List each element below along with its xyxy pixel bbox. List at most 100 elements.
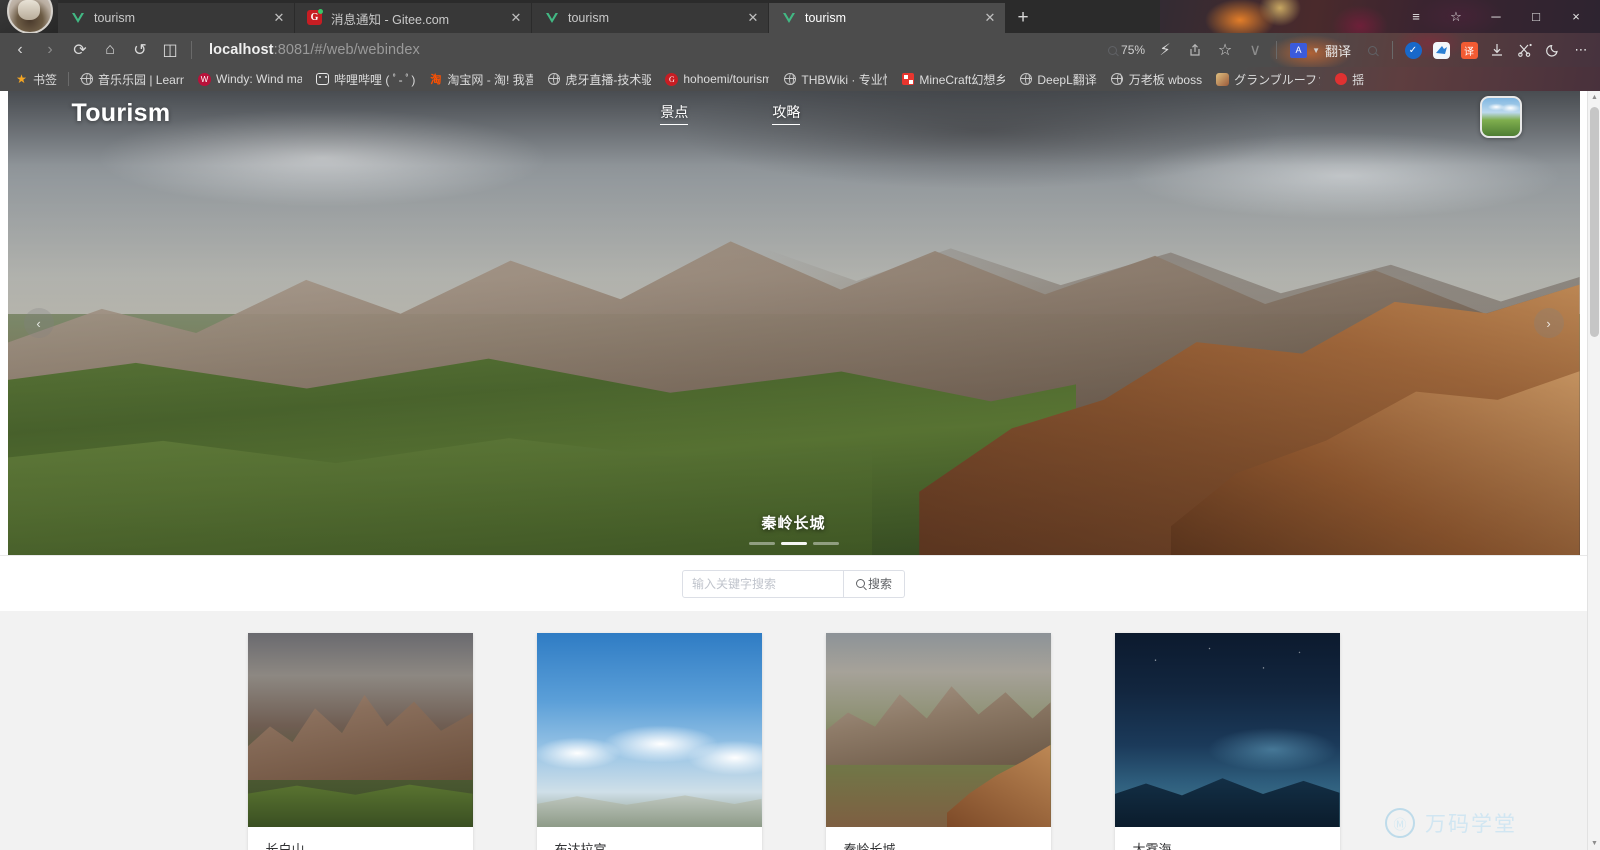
bookmark-label: THBWiki · 专业性	[801, 72, 888, 87]
browser-persona-avatar	[0, 0, 58, 33]
reload-icon[interactable]: ⟳	[66, 36, 94, 64]
tab-2[interactable]: tourism ✕	[532, 3, 769, 33]
site-logo[interactable]: Tourism	[72, 99, 171, 128]
zoom-indicator[interactable]: 75%	[1104, 43, 1149, 57]
carousel-dot-1[interactable]	[780, 542, 807, 545]
carousel-caption: 秦岭长城	[761, 515, 826, 532]
translate-label: 翻译	[1324, 43, 1351, 59]
download-icon[interactable]	[1484, 37, 1510, 63]
bookmark-wboss[interactable]: 万老板 wboss	[1104, 68, 1209, 90]
chevron-down-icon[interactable]: ∨	[1241, 36, 1269, 64]
hero-overlay-gradient	[7, 91, 1580, 555]
favorite-star-icon[interactable]: ☆	[1211, 36, 1239, 64]
red-dot-icon	[1334, 73, 1347, 86]
tab-0[interactable]: tourism ✕	[58, 3, 295, 33]
scrollbar-thumb[interactable]	[1590, 107, 1599, 337]
attraction-image	[536, 633, 762, 827]
search-icon	[855, 579, 865, 588]
bookmark-label: MineCraft幻想乡	[919, 72, 1006, 87]
scrollbar-down-arrow[interactable]: ▼	[1588, 837, 1600, 850]
dark-mode-moon-icon[interactable]	[1540, 37, 1566, 63]
vue-icon	[544, 10, 560, 26]
bookmark-label: Windy: Wind ma	[216, 72, 303, 86]
divider	[1276, 41, 1278, 59]
bookmark-label: 哔哩哔哩 ( ﾟ- ﾟ)	[334, 72, 416, 87]
nav-item-guides[interactable]: 攻略	[772, 102, 801, 125]
star-icon: ★	[16, 72, 27, 86]
bookmark-thbwiki[interactable]: THBWiki · 专业性	[776, 68, 894, 90]
lightning-icon[interactable]: ⚡	[1151, 36, 1179, 64]
translate-extension-icon[interactable]: 译	[1456, 37, 1482, 63]
more-options-icon[interactable]: ⋯	[1568, 37, 1594, 63]
hero-carousel[interactable]: Tourism 景点 攻略 ‹ › 秦岭长城	[7, 91, 1580, 555]
divider	[68, 72, 70, 86]
page-scrollbar[interactable]: ▲ ▼	[1587, 91, 1600, 850]
new-tab-button[interactable]: +	[1006, 3, 1040, 33]
bookmark-minecraft[interactable]: MineCraft幻想乡	[894, 68, 1012, 90]
carousel-dot-2[interactable]	[812, 542, 839, 545]
collections-icon[interactable]: ☆	[1436, 0, 1476, 33]
bookmark-deepl[interactable]: DeepL翻译	[1012, 68, 1103, 90]
tab-close-button[interactable]: ✕	[981, 9, 999, 27]
bookmark-last[interactable]: 揺	[1327, 68, 1371, 90]
bookmark-bilibili[interactable]: 哔哩哔哩 ( ﾟ- ﾟ)	[309, 68, 422, 90]
back-icon[interactable]: ‹	[6, 36, 34, 64]
tab-close-button[interactable]: ✕	[744, 9, 762, 27]
translate-button[interactable]: A ▼ 翻译	[1284, 41, 1357, 60]
bookmark-granblue[interactable]: グランブルーファ	[1209, 68, 1327, 90]
attraction-image	[1114, 633, 1340, 827]
search-input[interactable]	[681, 569, 844, 598]
minimize-button[interactable]: ─	[1476, 0, 1516, 33]
bird-extension-icon[interactable]	[1428, 37, 1454, 63]
bookmark-folder-shuqian[interactable]: ★ 书签	[8, 68, 64, 90]
nav-item-attractions[interactable]: 景点	[660, 102, 689, 125]
attraction-card[interactable]: 大雾海	[1114, 633, 1340, 850]
bookmark-label: 虎牙直播-技术驱	[565, 72, 652, 87]
search-icon[interactable]	[1359, 37, 1385, 63]
taobao-icon: 淘	[430, 74, 442, 86]
attractions-grid-section: 长白山 布达拉宫 秦岭长城 大雾海 Ⓜ 万码学堂	[0, 611, 1587, 850]
site-header: Tourism 景点 攻略	[8, 91, 1580, 138]
bookmarks-bar: ★ 书签 音乐乐园 | Learni W Windy: Wind ma 哔哩哔哩…	[0, 67, 1600, 91]
carousel-prev-button[interactable]: ‹	[23, 308, 54, 338]
tab-strip: tourism ✕ G 消息通知 - Gitee.com ✕ tourism ✕…	[0, 0, 1600, 33]
close-window-button[interactable]: ×	[1556, 0, 1596, 33]
bookmark-huya[interactable]: 虎牙直播-技术驱	[540, 68, 658, 90]
screenshot-scissors-icon[interactable]	[1512, 37, 1538, 63]
gitee-icon: G	[307, 10, 323, 26]
attraction-card[interactable]: 长白山	[247, 633, 473, 850]
carousel-next-button[interactable]: ›	[1533, 308, 1564, 338]
tourism-web-page: Tourism 景点 攻略 ‹ › 秦岭长城 输入关键字搜索 搜索 长白山 布达…	[0, 91, 1587, 850]
bookmark-windy[interactable]: W Windy: Wind ma	[191, 68, 309, 90]
persona-avatar-hair	[18, 0, 40, 20]
url-input[interactable]: localhost:8081/#/web/webindex	[199, 37, 1102, 63]
carousel-dot-0[interactable]	[748, 542, 775, 545]
hamburger-menu-icon[interactable]: ≡	[1396, 0, 1436, 33]
forward-icon[interactable]: ›	[36, 36, 64, 64]
tab-title: tourism	[805, 11, 846, 25]
scrollbar-up-arrow[interactable]: ▲	[1588, 91, 1600, 104]
bookmark-gitee-tourism[interactable]: G hohoemi/tourism	[658, 68, 776, 90]
share-icon[interactable]	[1181, 36, 1209, 64]
bookmark-music[interactable]: 音乐乐园 | Learni	[73, 68, 191, 90]
zoom-magnifier-icon	[1108, 45, 1118, 55]
tab-1[interactable]: G 消息通知 - Gitee.com ✕	[295, 3, 532, 33]
attraction-card[interactable]: 布达拉宫	[536, 633, 762, 850]
gbf-icon	[1216, 72, 1230, 86]
maximize-button[interactable]: □	[1516, 0, 1556, 33]
attraction-card[interactable]: 秦岭长城	[825, 633, 1051, 850]
attraction-title: 秦岭长城	[843, 842, 896, 850]
tab-close-button[interactable]: ✕	[507, 9, 525, 27]
tab-close-button[interactable]: ✕	[270, 9, 288, 27]
checkmark-extension-icon[interactable]: ✓	[1400, 37, 1426, 63]
divider	[1392, 41, 1393, 59]
home-icon[interactable]: ⌂	[96, 36, 124, 64]
minecraft-icon	[901, 73, 914, 86]
history-icon[interactable]: ↺	[126, 36, 154, 64]
avatar[interactable]	[1479, 96, 1522, 138]
reading-view-icon[interactable]: ◫	[156, 36, 184, 64]
bookmark-taobao[interactable]: 淘 淘宝网 - 淘! 我喜	[422, 68, 540, 90]
search-button[interactable]: 搜索	[843, 569, 905, 598]
tab-3-active[interactable]: tourism ✕	[769, 3, 1006, 33]
bookmark-label: 万老板 wboss	[1128, 72, 1203, 87]
